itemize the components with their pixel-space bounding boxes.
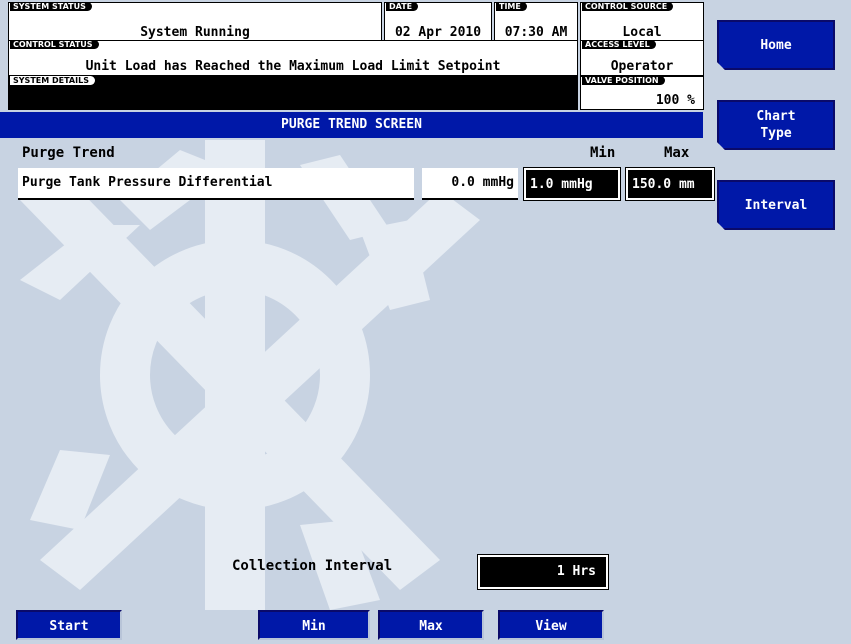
control-source-panel: CONTROL SOURCE Local	[580, 2, 704, 42]
chart-type-label-line1: Chart	[756, 109, 796, 124]
control-status-value: Unit Load has Reached the Maximum Load L…	[85, 59, 501, 74]
time-panel: TIME 07:30 AM	[494, 2, 578, 42]
home-button-label: Home	[760, 37, 792, 53]
time-label: TIME	[496, 2, 527, 11]
collection-interval-label: Collection Interval	[232, 558, 393, 574]
access-level-panel: ACCESS LEVEL Operator	[580, 40, 704, 76]
control-source-label: CONTROL SOURCE	[582, 2, 674, 11]
trend-current-value: 0.0 mmHg	[422, 168, 518, 200]
access-level-label: ACCESS LEVEL	[582, 40, 656, 49]
date-panel: DATE 02 Apr 2010	[384, 2, 492, 42]
system-details-panel: SYSTEM DETAILS	[8, 76, 578, 110]
start-button[interactable]: Start	[16, 610, 122, 640]
access-level-value: Operator	[610, 59, 674, 74]
interval-button[interactable]: Interval	[717, 180, 835, 230]
date-value: 02 Apr 2010	[394, 25, 482, 40]
trend-max-input[interactable]: 150.0 mm	[625, 167, 715, 201]
control-status-label: CONTROL STATUS	[10, 40, 99, 49]
interval-button-label: Interval	[744, 197, 808, 213]
view-button[interactable]: View	[498, 610, 604, 640]
min-button[interactable]: Min	[258, 610, 370, 640]
system-details-label: SYSTEM DETAILS	[10, 76, 95, 85]
screen-title: PURGE TREND SCREEN	[0, 112, 703, 138]
chart-type-button[interactable]: Chart Type	[717, 100, 835, 150]
purge-trend-heading: Purge Trend	[22, 145, 115, 161]
control-status-panel: CONTROL STATUS Unit Load has Reached the…	[8, 40, 578, 76]
date-label: DATE	[386, 2, 419, 11]
max-button[interactable]: Max	[378, 610, 484, 640]
home-button[interactable]: Home	[717, 20, 835, 70]
valve-position-panel: VALVE POSITION 100 %	[580, 76, 704, 110]
min-column-header: Min	[590, 145, 616, 161]
chart-type-label-line2: Type	[760, 126, 792, 141]
system-status-panel: SYSTEM STATUS System Running	[8, 2, 382, 42]
collection-interval-input[interactable]: 1 Hrs	[477, 554, 609, 590]
valve-position-value: 100 %	[655, 93, 695, 108]
max-column-header: Max	[664, 145, 690, 161]
system-status-label: SYSTEM STATUS	[10, 2, 92, 11]
control-source-value: Local	[622, 25, 662, 40]
system-status-value: System Running	[140, 25, 250, 40]
valve-position-label: VALVE POSITION	[582, 76, 665, 85]
trend-point-name[interactable]: Purge Tank Pressure Differential	[18, 168, 414, 200]
time-value: 07:30 AM	[504, 25, 568, 40]
trend-min-input[interactable]: 1.0 mmHg	[523, 167, 621, 201]
